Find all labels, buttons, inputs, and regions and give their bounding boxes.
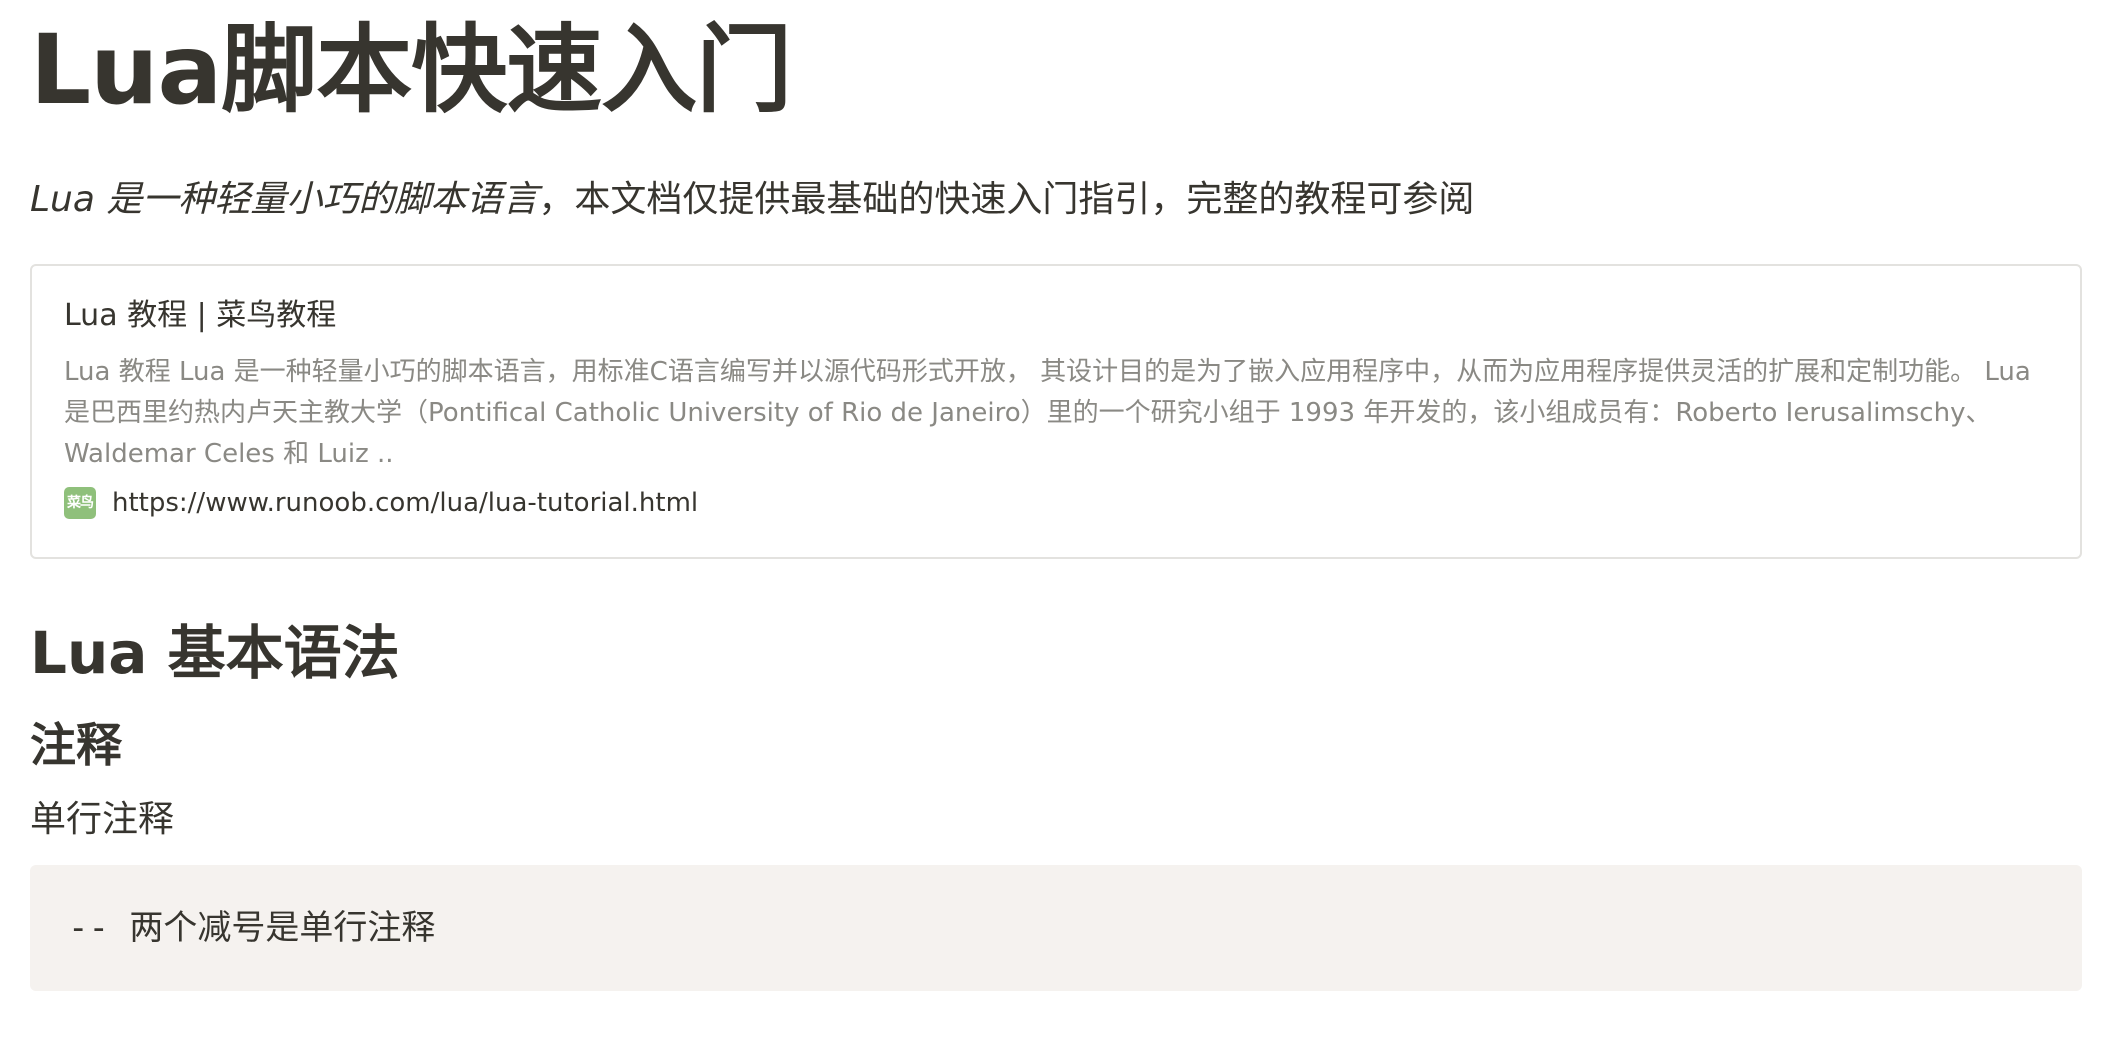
subsection-heading: 注释	[30, 718, 122, 772]
bookmark-description: Lua 教程 Lua 是一种轻量小巧的脚本语言，用标准C语言编写并以源代码形式开…	[64, 357, 2031, 469]
bookmark-title: Lua 教程 | 菜鸟教程	[64, 298, 337, 333]
intro-italic-text: Lua 是一种轻量小巧的脚本语言	[30, 179, 539, 220]
document-page: Lua脚本快速入门 Lua 是一种轻量小巧的脚本语言，本文档仅提供最基础的快速入…	[0, 0, 2110, 1040]
runoob-favicon-icon: 菜鸟	[64, 487, 96, 519]
code-block[interactable]: -- 两个减号是单行注释	[30, 865, 2082, 991]
page-title: Lua脚本快速入门	[30, 14, 792, 126]
intro-paragraph: Lua 是一种轻量小巧的脚本语言，本文档仅提供最基础的快速入门指引，完整的教程可…	[30, 176, 2080, 224]
bookmark-card[interactable]: Lua 教程 | 菜鸟教程 Lua 教程 Lua 是一种轻量小巧的脚本语言，用标…	[30, 264, 2082, 559]
bookmark-url[interactable]: https://www.runoob.com/lua/lua-tutorial.…	[112, 485, 698, 521]
intro-text: ，本文档仅提供最基础的快速入门指引，完整的教程可参阅	[538, 179, 1475, 220]
body-paragraph: 单行注释	[30, 799, 175, 840]
code-text: -- 两个减号是单行注释	[68, 908, 436, 948]
bookmark-link[interactable]: 菜鸟 https://www.runoob.com/lua/lua-tutori…	[64, 485, 2048, 521]
section-heading: Lua 基本语法	[30, 619, 400, 687]
